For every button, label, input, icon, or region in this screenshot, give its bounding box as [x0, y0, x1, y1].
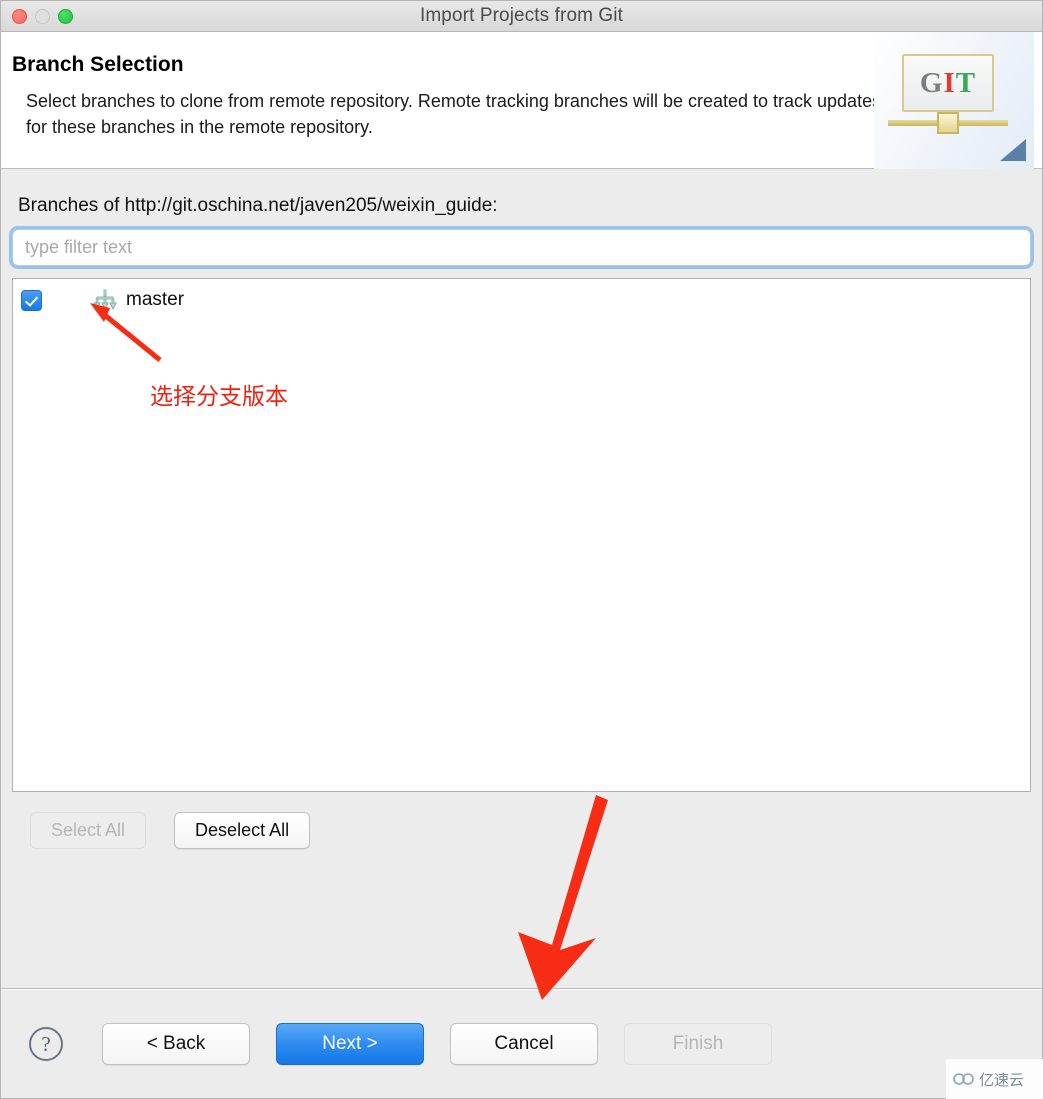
filter-field-wrapper — [12, 229, 1031, 266]
git-logo-plate: GIT — [902, 54, 994, 112]
branch-list[interactable]: master — [12, 278, 1031, 792]
wizard-header: Branch Selection Select branches to clon… — [1, 32, 1042, 169]
watermark: 亿速云 — [946, 1059, 1043, 1099]
dialog-body: Branches of http://git.oschina.net/javen… — [1, 169, 1042, 988]
help-icon[interactable]: ? — [28, 1026, 64, 1062]
git-logo-triangle — [1000, 139, 1026, 161]
git-logo-knob — [937, 112, 959, 134]
watermark-text: 亿速云 — [979, 1070, 1025, 1089]
page-description: Select branches to clone from remote rep… — [26, 91, 882, 138]
git-logo-icon: GIT — [874, 32, 1034, 169]
next-button[interactable]: Next > — [276, 1022, 424, 1065]
filter-input[interactable] — [12, 229, 1031, 266]
branches-label: Branches of http://git.oschina.net/javen… — [18, 195, 498, 216]
select-all-button[interactable]: Select All — [30, 812, 147, 849]
window-title: Import Projects from Git — [420, 5, 623, 26]
branch-checkbox[interactable] — [21, 289, 42, 311]
branch-name: master — [126, 289, 185, 310]
git-logo-letter-i: I — [943, 66, 956, 99]
git-logo-letter-g: G — [919, 66, 944, 99]
deselect-all-button[interactable]: Deselect All — [174, 812, 311, 849]
table-row[interactable]: master — [13, 279, 1030, 315]
branch-icon — [93, 289, 117, 311]
title-bar: Import Projects from Git — [1, 1, 1042, 32]
dialog-window: Import Projects from Git Branch Selectio… — [0, 0, 1043, 1099]
wizard-navigation-buttons: < Back Next > Cancel Finish — [102, 1022, 772, 1065]
help-icon-glyph: ? — [41, 1032, 50, 1056]
bulk-selection-buttons: Select All Deselect All — [30, 812, 1031, 849]
finish-button[interactable]: Finish — [624, 1022, 772, 1065]
dialog-footer: ? < Back Next > Cancel Finish — [1, 988, 1042, 1098]
cloud-logo-icon — [953, 1073, 974, 1085]
cancel-button[interactable]: Cancel — [450, 1022, 598, 1065]
git-logo-letter-t: T — [955, 66, 977, 99]
back-button[interactable]: < Back — [102, 1022, 250, 1065]
